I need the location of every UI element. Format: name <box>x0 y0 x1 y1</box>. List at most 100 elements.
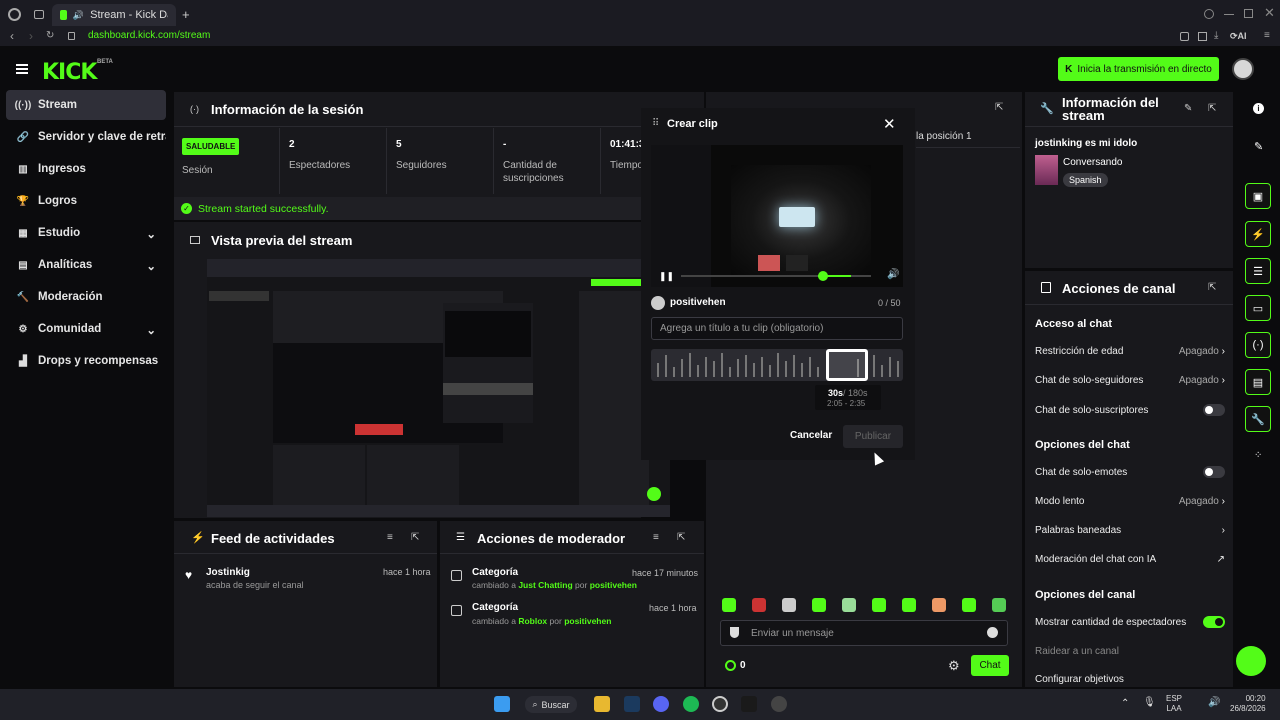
kick-logo[interactable]: KICK <box>42 60 97 85</box>
minimize-button[interactable] <box>1224 14 1234 15</box>
volume-tray-icon[interactable]: 🔊 <box>1208 697 1220 708</box>
emote-icon[interactable] <box>932 598 946 612</box>
go-live-button[interactable]: K Inicia la transmisión en directo <box>1058 57 1219 81</box>
emote-icon[interactable] <box>782 598 796 612</box>
mod-action-user[interactable]: positivehen <box>564 616 611 626</box>
mod-action-value[interactable]: Roblox <box>518 616 547 626</box>
rail-session-button[interactable]: (·) <box>1245 332 1271 358</box>
rail-wrench-button[interactable]: 🔧 <box>1245 406 1271 432</box>
emote-icon[interactable] <box>842 598 856 612</box>
steam-icon[interactable] <box>624 696 640 712</box>
reload-icon[interactable]: ↻ <box>46 30 54 41</box>
share-icon[interactable] <box>1198 32 1207 41</box>
aria-ai-button[interactable]: ⟳AI <box>1230 31 1247 42</box>
sidebar-item-stream[interactable]: ((·)) Stream <box>6 90 166 120</box>
emote-icon[interactable] <box>992 598 1006 612</box>
forward-icon[interactable]: › <box>29 29 33 43</box>
emote-icon[interactable] <box>722 598 736 612</box>
taskbar-search[interactable]: ⌕ Buscar <box>525 696 577 713</box>
sidebar-item-analytics[interactable]: ▤ Analíticas ⌄ <box>6 250 166 280</box>
browser-menu-icon[interactable]: ≡ <box>1264 30 1270 41</box>
stream-category[interactable]: Conversando <box>1063 157 1122 168</box>
filter-icon[interactable]: ≡ <box>387 532 393 543</box>
clip-video[interactable]: ❚❚ 🔊 <box>651 145 903 287</box>
emote-icon[interactable] <box>962 598 976 612</box>
goals-row[interactable]: Configurar objetivos <box>1035 674 1225 687</box>
popout-icon[interactable]: ⇱ <box>677 532 685 543</box>
emotes-only-toggle[interactable] <box>1203 466 1225 478</box>
slow-mode-row[interactable]: Modo lento Apagado › <box>1035 496 1225 507</box>
sidebar-item-community[interactable]: ⚙ Comunidad ⌄ <box>6 314 166 344</box>
points-icon[interactable] <box>725 660 736 671</box>
close-icon[interactable]: ✕ <box>883 115 896 133</box>
search-tabs-icon[interactable] <box>1204 9 1214 19</box>
ai-moderation-row[interactable]: Moderación del chat con IA ↗ <box>1035 554 1225 565</box>
new-tab-button[interactable]: + <box>182 7 190 22</box>
popout-icon[interactable]: ⇱ <box>1208 282 1216 293</box>
sidebar-item-studio[interactable]: ▦ Estudio ⌄ <box>6 218 166 248</box>
tab-list-icon[interactable] <box>34 10 44 19</box>
pause-icon[interactable]: ❚❚ <box>659 271 674 282</box>
popout-icon[interactable]: ⇱ <box>1208 103 1216 114</box>
clip-trim-waveform[interactable] <box>651 349 903 381</box>
mod-action-value[interactable]: Just Chatting <box>518 580 572 590</box>
clip-publish-button[interactable]: Publicar <box>843 425 903 448</box>
raid-row[interactable]: Raidear a un canal <box>1035 646 1225 657</box>
back-icon[interactable]: ‹ <box>10 29 14 43</box>
hamburger-menu-icon[interactable] <box>16 64 28 74</box>
emote-icon[interactable] <box>812 598 826 612</box>
chat-popout-icon[interactable]: ⇱ <box>995 102 1003 113</box>
drag-handle-icon[interactable]: ⠿ <box>652 118 659 129</box>
rail-list-button[interactable]: ☰ <box>1245 258 1271 284</box>
windows-start-icon[interactable] <box>494 696 510 712</box>
file-explorer-icon[interactable] <box>594 696 610 712</box>
settings-gear-icon[interactable]: ⚙ <box>948 658 960 674</box>
spotify-icon[interactable] <box>683 696 699 712</box>
clip-cancel-button[interactable]: Cancelar <box>790 430 832 441</box>
emote-icon[interactable] <box>872 598 886 612</box>
age-restriction-row[interactable]: Restricción de edad Apagado › <box>1035 346 1225 357</box>
mod-action-user[interactable]: positivehen <box>590 580 637 590</box>
activity-user[interactable]: Jostinkig <box>206 567 250 578</box>
emoji-icon[interactable] <box>987 627 998 638</box>
clip-title-input[interactable]: Agrega un título a tu clip (obligatorio) <box>651 317 903 340</box>
rail-chat-button[interactable]: ▭ <box>1245 295 1271 321</box>
edit-icon[interactable]: ✎ <box>1254 140 1263 153</box>
filter-icon[interactable]: ≡ <box>653 532 659 543</box>
chat-message-input[interactable]: Enviar un mensaje <box>720 620 1008 646</box>
close-window-button[interactable]: ✕ <box>1264 5 1275 21</box>
layout-icon[interactable]: ⁘ <box>1254 450 1262 461</box>
stream-preview-video[interactable] <box>207 259 670 517</box>
rail-activity-button[interactable]: ⚡ <box>1245 221 1271 247</box>
tray-chevron-icon[interactable]: ⌃ <box>1121 698 1129 709</box>
url-text[interactable]: dashboard.kick.com/stream <box>88 30 210 41</box>
rail-video-button[interactable]: ▣ <box>1245 183 1271 209</box>
sidebar-item-moderation[interactable]: 🔨 Moderación <box>6 282 166 312</box>
sidebar-item-server-key[interactable]: 🔗 Servidor y clave de retransmisión <box>6 122 166 152</box>
seek-handle[interactable] <box>818 271 828 281</box>
trim-selection-handle[interactable] <box>826 349 868 381</box>
kick-app-icon[interactable] <box>741 696 757 712</box>
opera-logo-icon[interactable] <box>8 8 21 21</box>
sidebar-item-drops[interactable]: ▟ Drops y recompensas <box>6 346 166 376</box>
opera-gx-icon[interactable] <box>712 696 728 712</box>
browser-tab[interactable]: 🔊 Stream - Kick Dashboa <box>52 4 176 26</box>
sidebar-item-achievements[interactable]: 🏆 Logros <box>6 186 166 216</box>
extensions-icon[interactable] <box>1180 32 1189 41</box>
chat-send-button[interactable]: Chat <box>971 655 1009 676</box>
download-icon[interactable]: ⤓ <box>1214 30 1218 41</box>
discord-icon[interactable] <box>653 696 669 712</box>
show-viewers-toggle[interactable] <box>1203 616 1225 628</box>
banned-words-row[interactable]: Palabras baneadas › <box>1035 525 1225 536</box>
clock[interactable]: 00:20 26/8/2026 <box>1230 694 1266 714</box>
volume-icon[interactable]: 🔊 <box>887 269 899 280</box>
mic-icon[interactable]: 🎙 <box>1143 697 1156 708</box>
edit-pencil-icon[interactable]: ✎ <box>1184 103 1192 114</box>
seek-bar[interactable] <box>681 271 871 281</box>
followers-only-row[interactable]: Chat de solo-seguidores Apagado › <box>1035 375 1225 386</box>
rail-channel-button[interactable]: ▤ <box>1245 369 1271 395</box>
chatgpt-icon[interactable] <box>771 696 787 712</box>
user-avatar[interactable] <box>1232 58 1254 80</box>
support-headset-icon[interactable] <box>1236 646 1266 676</box>
info-icon[interactable]: i <box>1253 103 1264 114</box>
